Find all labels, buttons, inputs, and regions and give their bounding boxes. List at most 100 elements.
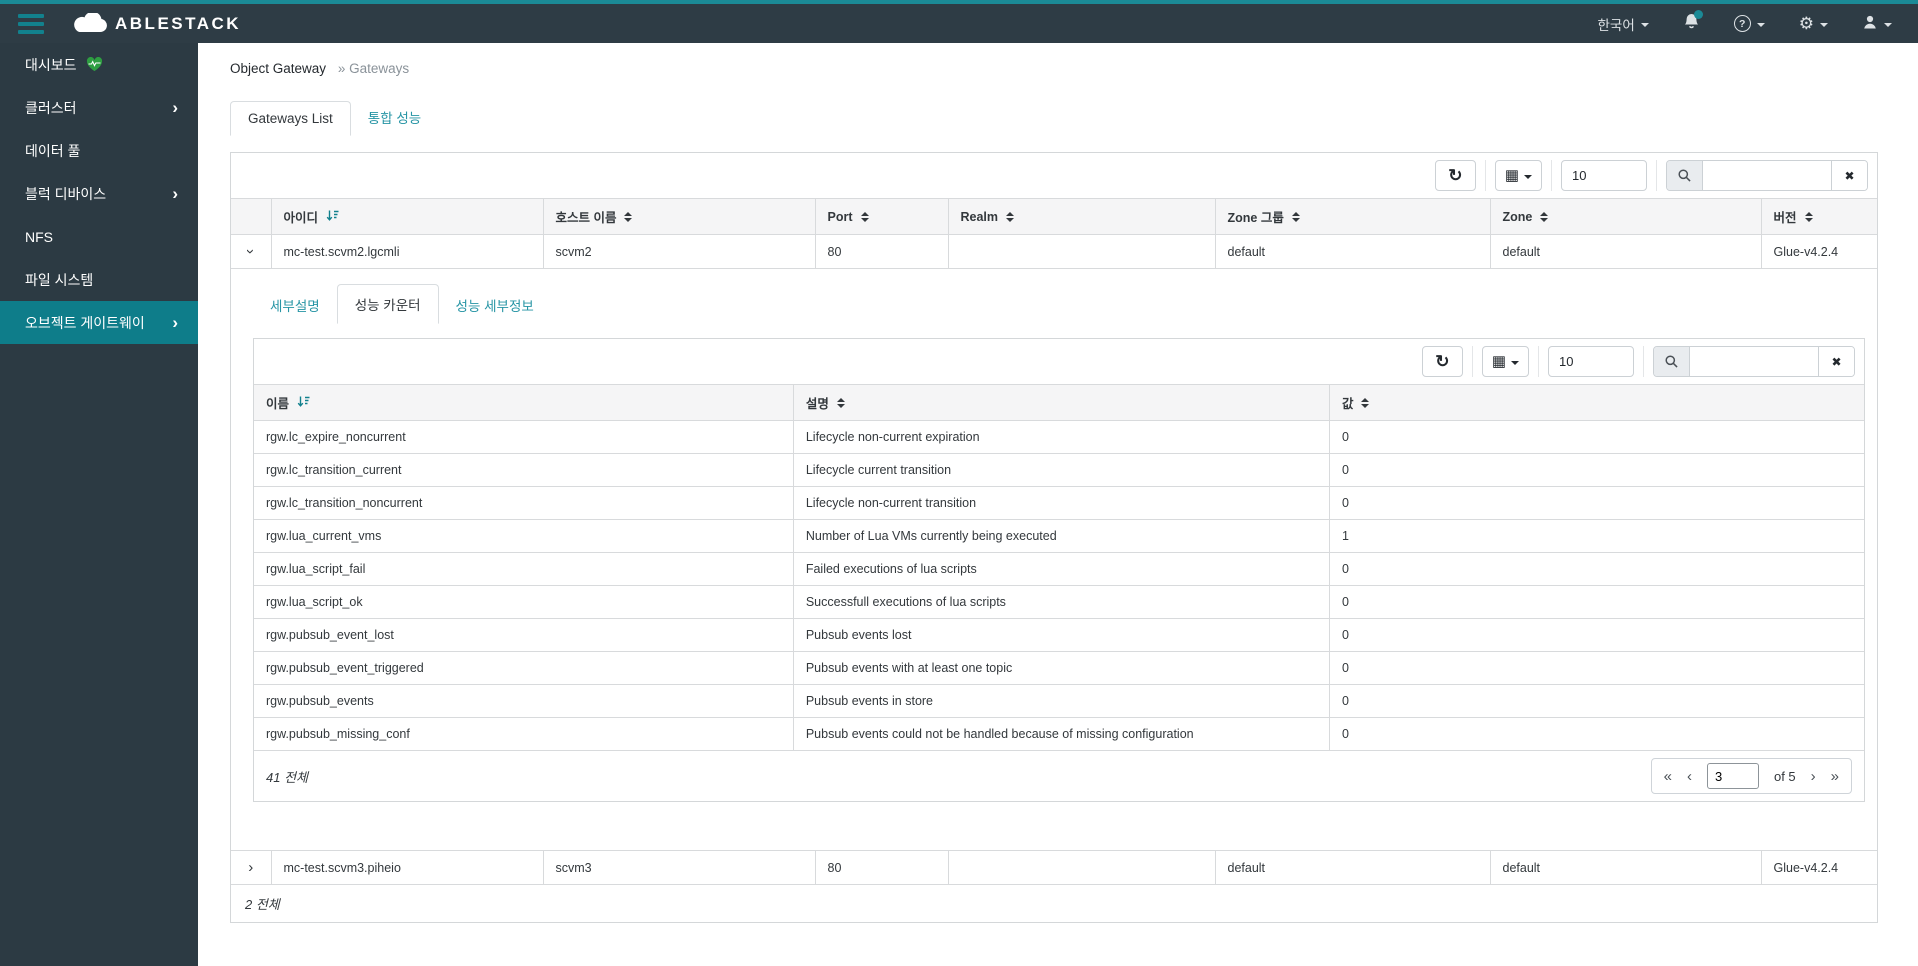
search-input[interactable] [1690,347,1818,376]
cell-description: Number of Lua VMs currently being execut… [793,519,1330,553]
health-heart-pulse-icon [86,57,103,72]
brand-text: ABLESTACK [115,13,242,33]
column-toggle-button[interactable]: ▦ [1494,160,1542,191]
top-navbar: ABLESTACK 한국어 ? ⚙ [0,4,1918,43]
collapse-row-button[interactable]: › [231,234,272,269]
gateway-row-scvm2[interactable]: › mc-test.scvm2.lgcmli scvm2 80 default … [231,234,1877,269]
language-label: 한국어 [1597,17,1635,33]
counter-row[interactable]: rgw.pubsub_events Pubsub events in store… [254,684,1864,718]
column-label: Port [827,209,853,224]
counter-row[interactable]: rgw.lua_script_ok Successfull executions… [254,585,1864,619]
column-header-host[interactable]: 호스트 이름 [543,198,816,235]
sort-icon [836,397,845,408]
brand-logo[interactable]: ABLESTACK [72,13,241,34]
breadcrumb-page: » Gateways [337,61,410,76]
gateways-table-card: ↻ ▦ ✖ [230,152,1878,923]
column-header-zone[interactable]: Zone [1490,198,1762,235]
caret-down-icon [1511,360,1519,365]
chevron-right-icon: › [172,313,178,332]
gateway-row-scvm3[interactable]: › mc-test.scvm3.piheio scvm3 80 default … [231,850,1877,884]
column-header-description[interactable]: 설명 [793,384,1330,421]
cell-name: rgw.pubsub_events [254,684,794,718]
sidebar-item-dashboard[interactable]: 대시보드 [0,43,198,86]
counter-row[interactable]: rgw.pubsub_event_lost Pubsub events lost… [254,618,1864,652]
search-icon [1654,347,1690,376]
cell-zonegroup: default [1215,234,1491,269]
sidebar-item-nfs[interactable]: NFS [0,215,198,258]
next-page-button[interactable]: › [1811,769,1816,784]
sort-icon [624,211,633,222]
sort-icon [1540,211,1549,222]
pagination: « ‹ of 5 › » [1650,758,1852,794]
column-header-realm[interactable]: Realm [948,198,1216,235]
counters-footer: 41 전체 « ‹ of 5 › » [254,750,1864,801]
page-size-input[interactable] [1561,160,1647,191]
column-label: Zone [1502,209,1533,224]
column-header-zonegroup[interactable]: Zone 그룹 [1215,198,1491,235]
column-header-id[interactable]: 아이디 [271,198,544,235]
sidebar-item-filesystem[interactable]: 파일 시스템 [0,258,198,301]
close-icon: ✖ [1831,354,1842,369]
sidebar-item-pools[interactable]: 데이터 풀 [0,129,198,172]
column-header-version[interactable]: 버전 [1761,198,1877,235]
expand-column-header [231,198,272,235]
chevron-right-icon: › [248,859,254,876]
counter-row[interactable]: rgw.pubsub_event_triggered Pubsub events… [254,651,1864,685]
tab-performance-counters[interactable]: 성능 카운터 [336,284,439,324]
page-number-input[interactable] [1706,763,1759,789]
search-group: ✖ [1653,346,1855,377]
cell-port: 80 [815,850,949,884]
counter-row[interactable]: rgw.lua_current_vms Number of Lua VMs cu… [254,519,1864,553]
hamburger-menu-icon[interactable] [18,13,44,34]
sidebar-item-block-devices[interactable]: 블럭 디바이스 › [0,172,198,215]
toolbar-divider [1643,346,1644,377]
user-menu[interactable] [1862,14,1892,33]
toolbar-divider [1538,346,1539,377]
tab-details[interactable]: 세부설명 [253,286,337,324]
search-icon [1667,161,1703,190]
page-size-input[interactable] [1548,346,1634,377]
counters-header-row: 이름 설명 값 [254,384,1864,421]
column-label: Realm [960,209,999,224]
cell-description: Pubsub events lost [793,618,1330,652]
notifications-button[interactable] [1683,10,1703,34]
previous-page-button[interactable]: ‹ [1687,769,1692,784]
clear-search-button[interactable]: ✖ [1818,347,1854,376]
sidebar-item-object-gateway[interactable]: 오브젝트 게이트웨이 › [0,301,198,344]
refresh-button[interactable]: ↻ [1434,160,1476,191]
cell-description: Lifecycle non-current expiration [793,420,1330,454]
column-header-value[interactable]: 값 [1329,384,1864,421]
detail-panel: 세부설명 성능 카운터 성능 세부정보 ↻ ▦ 10 ✖ 이름 설명 값 rgw… [231,268,1877,851]
chevron-down-icon: › [242,249,260,254]
cell-name: rgw.lua_script_ok [254,585,794,619]
settings-menu[interactable]: ⚙ [1799,15,1828,32]
column-header-name[interactable]: 이름 [254,384,794,421]
caret-down-icon [1820,22,1828,27]
cell-id: mc-test.scvm2.lgcmli [271,234,544,269]
tab-gateways-list[interactable]: Gateways List [230,101,351,136]
tab-overall-performance[interactable]: 통합 성능 [351,98,438,136]
cell-description: Pubsub events with at least one topic [793,651,1330,685]
counter-row[interactable]: rgw.lc_transition_current Lifecycle curr… [254,453,1864,487]
column-header-port[interactable]: Port [815,198,949,235]
sidebar-item-cluster[interactable]: 클러스터 › [0,86,198,129]
counter-row[interactable]: rgw.lc_expire_noncurrent Lifecycle non-c… [254,420,1864,454]
clear-search-button[interactable]: ✖ [1831,161,1867,190]
first-page-button[interactable]: « [1664,769,1672,784]
last-page-button[interactable]: » [1831,769,1839,784]
cell-description: Failed executions of lua scripts [793,552,1330,586]
column-toggle-button[interactable]: ▦ [1481,346,1529,377]
search-input[interactable] [1703,161,1831,190]
help-menu[interactable]: ? [1733,15,1765,32]
counter-row[interactable]: rgw.lc_transition_noncurrent Lifecycle n… [254,486,1864,520]
tab-performance-details[interactable]: 성능 세부정보 [439,286,551,324]
breadcrumb-section: Object Gateway [230,61,327,76]
counter-row[interactable]: rgw.pubsub_missing_conf Pubsub events co… [254,717,1864,750]
expand-row-button[interactable]: › [231,850,272,884]
toolbar-divider [1471,346,1473,377]
counter-row[interactable]: rgw.lua_script_fail Failed executions of… [254,552,1864,586]
column-label: 값 [1341,397,1354,411]
refresh-button[interactable]: ↻ [1421,346,1463,377]
language-selector[interactable]: 한국어 [1597,14,1649,34]
column-label: Zone 그룹 [1227,211,1284,225]
